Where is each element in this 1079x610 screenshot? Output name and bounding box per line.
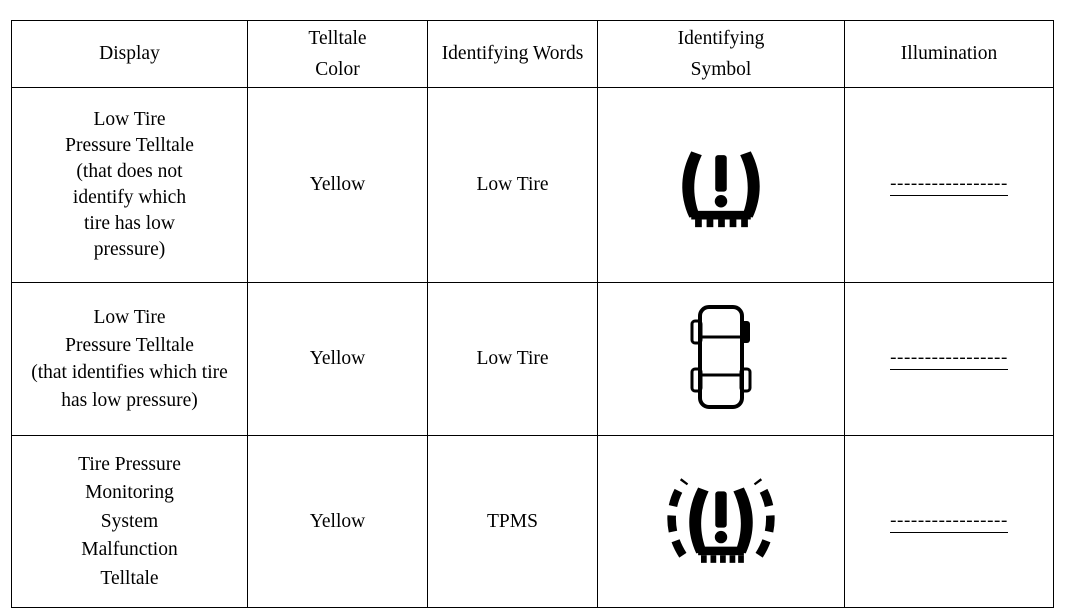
telltale-color-value: Yellow [309,174,366,196]
display-line: has low pressure) [61,389,198,411]
illumination-dashes: ----------------- [890,173,1008,196]
column-header-identifying-words-label: Identifying Words [441,43,584,65]
cell-telltale-color-row2: Yellow [247,282,428,436]
cell-identifying-symbol-row3 [597,435,845,608]
illumination-dashes: ----------------- [890,509,1008,533]
column-header-identifying-symbol-line2: Symbol [690,58,752,80]
identifying-words-value: Low Tire [476,348,549,370]
display-line: Pressure Telltale [65,334,194,356]
column-header-telltale-color: Telltale Color [247,20,428,88]
cell-display-row3: Tire Pressure Monitoring System Malfunct… [11,435,248,608]
table-row: Low Tire Pressure Telltale (that identif… [11,282,1054,436]
display-line: Low Tire [93,109,166,131]
cell-identifying-symbol-row1 [597,87,845,283]
cell-identifying-symbol-row2 [597,282,845,436]
display-line: System [100,510,159,532]
display-line: Monitoring [85,482,174,504]
display-line: Low Tire [93,307,166,328]
tpms-malfunction-telltale-icon [667,478,775,564]
cell-illumination-row1: ----------------- [844,87,1054,283]
column-header-telltale-color-line2: Color [315,58,360,80]
low-tire-pressure-telltale-icon [682,151,760,227]
column-header-illumination: Illumination [844,20,1054,88]
cell-display-row1: Low Tire Pressure Telltale (that does no… [11,87,248,283]
identifying-words-value: TPMS [487,510,538,532]
display-line: tire has low [84,213,175,235]
cell-identifying-words-row3: TPMS [427,435,598,608]
cell-identifying-words-row1: Low Tire [427,87,598,283]
column-header-identifying-words: Identifying Words [427,20,598,88]
telltale-color-value: Yellow [309,510,366,532]
illumination-dashes: ----------------- [890,347,1008,370]
table-header-row: Display Telltale Color Identifying Words… [11,20,1054,88]
column-header-identifying-symbol-line1: Identifying [677,28,765,49]
telltale-color-value: Yellow [309,348,366,370]
display-line: (that identifies which tire [31,362,228,383]
display-line: (that does not [76,161,183,183]
cell-illumination-row2: ----------------- [844,282,1054,436]
display-line: Telltale [100,567,159,589]
table-row: Tire Pressure Monitoring System Malfunct… [11,435,1054,608]
column-header-display: Display [11,20,248,88]
display-line: identify which [72,187,187,209]
display-line: pressure) [93,239,166,261]
car-top-view-low-tire-location-icon [690,304,752,409]
display-line: Malfunction [81,539,178,561]
telltale-table: Display Telltale Color Identifying Words… [11,20,1054,608]
cell-telltale-color-row3: Yellow [247,435,428,608]
column-header-illumination-label: Illumination [900,43,998,65]
telltale-table-container: Display Telltale Color Identifying Words… [11,20,1054,608]
table-row: Low Tire Pressure Telltale (that does no… [11,87,1054,283]
column-header-identifying-symbol: Identifying Symbol [597,20,845,88]
cell-display-row2: Low Tire Pressure Telltale (that identif… [11,282,248,436]
column-header-telltale-color-line1: Telltale [308,28,367,49]
column-header-display-label: Display [99,43,160,65]
identifying-words-value: Low Tire [476,174,549,196]
display-line: Tire Pressure [78,453,181,475]
cell-identifying-words-row2: Low Tire [427,282,598,436]
cell-illumination-row3: ----------------- [844,435,1054,608]
display-line: Pressure Telltale [65,135,194,157]
cell-telltale-color-row1: Yellow [247,87,428,283]
